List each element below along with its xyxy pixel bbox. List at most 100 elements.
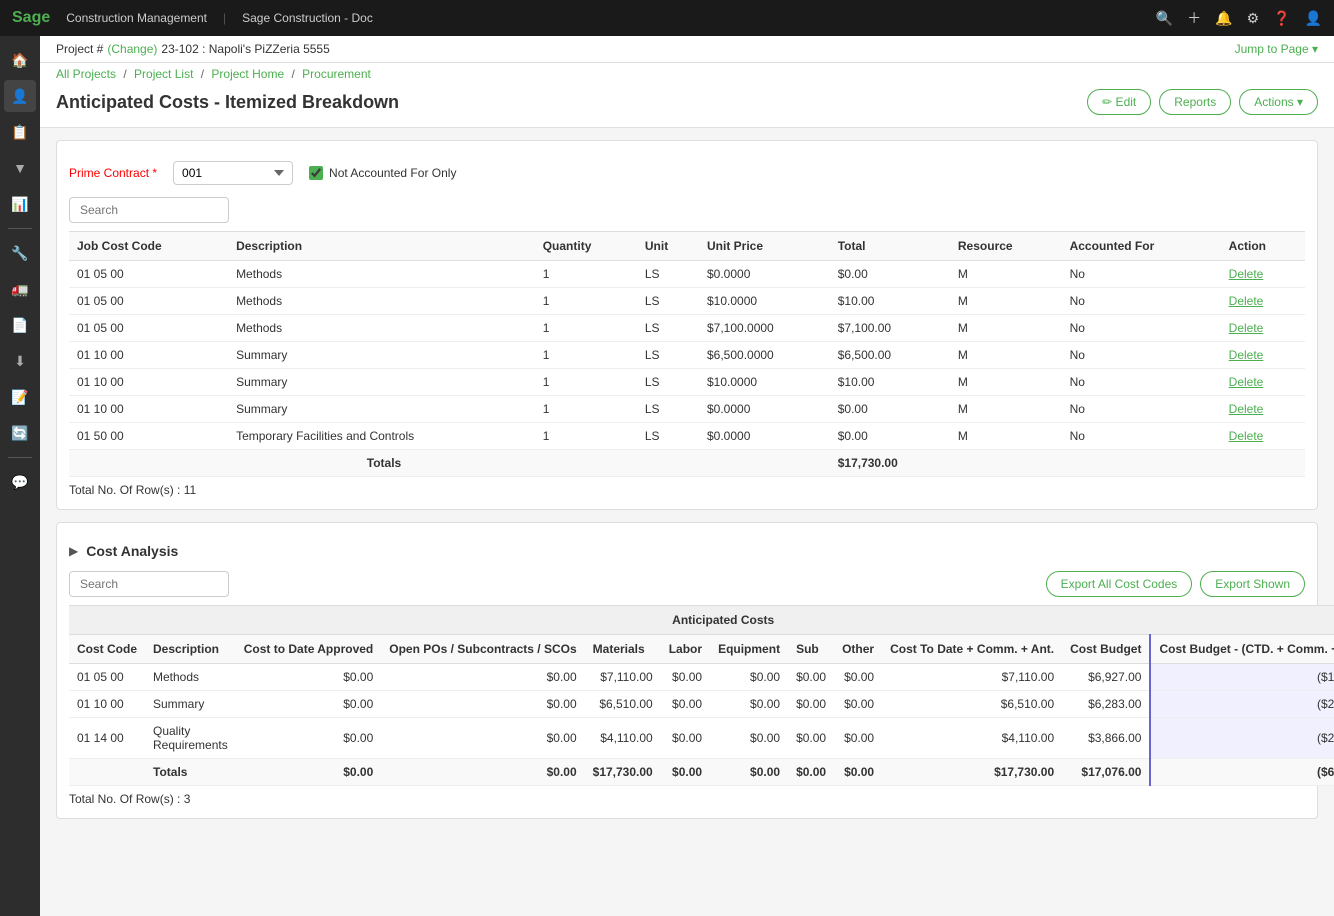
- cost-analysis-card: ▶ Cost Analysis Export All Cost Codes Ex…: [56, 522, 1318, 819]
- ca-totals-row: Totals $0.00 $0.00 $17,730.00 $0.00 $0.0…: [69, 759, 1334, 786]
- table-row: 01 10 00 Summary 1 LS $6,500.0000 $6,500…: [69, 342, 1305, 369]
- project-change-link[interactable]: (Change): [107, 42, 157, 56]
- cost-analysis-search-input[interactable]: [69, 571, 229, 597]
- col-unit: Unit: [637, 232, 699, 261]
- help-icon[interactable]: ❓: [1273, 10, 1290, 27]
- cell-action[interactable]: Delete: [1221, 288, 1305, 315]
- reports-button[interactable]: Reports: [1159, 89, 1231, 115]
- cell-action[interactable]: Delete: [1221, 261, 1305, 288]
- delete-link[interactable]: Delete: [1229, 267, 1264, 281]
- cell-unit: LS: [637, 288, 699, 315]
- cell-resource: M: [950, 315, 1062, 342]
- breadcrumb-project-list[interactable]: Project List: [134, 67, 193, 81]
- ca-cell-sub: $0.00: [788, 718, 834, 759]
- search-icon[interactable]: 🔍: [1156, 10, 1173, 27]
- ca-totals-budget-diff: ($654.00): [1150, 759, 1334, 786]
- ca-cell-ctd: $0.00: [236, 718, 382, 759]
- actions-button[interactable]: Actions ▾: [1239, 89, 1318, 115]
- cell-action[interactable]: Delete: [1221, 369, 1305, 396]
- breadcrumb-all-projects[interactable]: All Projects: [56, 67, 116, 81]
- cell-total: $7,100.00: [830, 315, 950, 342]
- ca-cell-labor: $0.00: [661, 691, 710, 718]
- cell-total: $10.00: [830, 369, 950, 396]
- ca-cell-other: $0.00: [834, 718, 882, 759]
- ca-totals-labor: $0.00: [661, 759, 710, 786]
- sidebar-item-home[interactable]: 🏠: [4, 44, 36, 76]
- delete-link[interactable]: Delete: [1229, 294, 1264, 308]
- export-all-button[interactable]: Export All Cost Codes: [1046, 571, 1193, 597]
- cell-accounted: No: [1062, 342, 1221, 369]
- ca-cell-labor: $0.00: [661, 664, 710, 691]
- sidebar-item-filter[interactable]: ▼: [4, 152, 36, 184]
- not-accounted-checkbox-label[interactable]: Not Accounted For Only: [309, 166, 456, 180]
- prime-contract-label: Prime Contract *: [69, 166, 157, 180]
- sidebar-item-download[interactable]: ⬇: [4, 345, 36, 377]
- cell-unit: LS: [637, 342, 699, 369]
- cell-action[interactable]: Delete: [1221, 396, 1305, 423]
- cost-analysis-table: Anticipated Costs Cost Code Description …: [69, 605, 1334, 786]
- delete-link[interactable]: Delete: [1229, 402, 1264, 416]
- filter-row: Prime Contract * 001 Not Accounted For O…: [69, 153, 1305, 189]
- ca-cell-desc: Quality Requirements: [145, 718, 236, 759]
- cell-unit-price: $10.0000: [699, 369, 830, 396]
- jump-to-page[interactable]: Jump to Page ▾: [1235, 42, 1318, 56]
- ca-col-budget: Cost Budget: [1062, 635, 1150, 664]
- cell-unit-price: $7,100.0000: [699, 315, 830, 342]
- breadcrumb-project-home[interactable]: Project Home: [211, 67, 284, 81]
- sidebar-item-tools[interactable]: 🔧: [4, 237, 36, 269]
- cell-resource: M: [950, 369, 1062, 396]
- cell-unit: LS: [637, 423, 699, 450]
- sidebar-item-messages[interactable]: 💬: [4, 466, 36, 498]
- prime-contract-select[interactable]: 001: [173, 161, 293, 185]
- sidebar-item-document[interactable]: 📄: [4, 309, 36, 341]
- ca-cell-labor: $0.00: [661, 718, 710, 759]
- table-row: 01 10 00 Summary 1 LS $0.0000 $0.00 M No…: [69, 396, 1305, 423]
- delete-link[interactable]: Delete: [1229, 321, 1264, 335]
- cell-code: 01 05 00: [69, 288, 228, 315]
- not-accounted-label: Not Accounted For Only: [329, 166, 456, 180]
- breadcrumb-procurement[interactable]: Procurement: [302, 67, 371, 81]
- page-title: Anticipated Costs - Itemized Breakdown: [56, 92, 399, 113]
- cell-code: 01 05 00: [69, 315, 228, 342]
- ca-cell-desc: Summary: [145, 691, 236, 718]
- add-icon[interactable]: ＋: [1187, 8, 1201, 28]
- ca-cell-code: 01 05 00: [69, 664, 145, 691]
- bell-icon[interactable]: 🔔: [1215, 10, 1232, 27]
- cell-unit-price: $10.0000: [699, 288, 830, 315]
- ca-totals-equipment: $0.00: [710, 759, 788, 786]
- sidebar-item-truck[interactable]: 🚛: [4, 273, 36, 305]
- cell-action[interactable]: Delete: [1221, 315, 1305, 342]
- user-icon[interactable]: 👤: [1305, 10, 1322, 27]
- gear-icon[interactable]: ⚙: [1247, 10, 1260, 27]
- sidebar-item-notes[interactable]: 📝: [4, 381, 36, 413]
- not-accounted-checkbox[interactable]: [309, 166, 323, 180]
- section-toggle[interactable]: ▶: [69, 544, 78, 558]
- cell-unit-price: $0.0000: [699, 396, 830, 423]
- cell-total: $10.00: [830, 288, 950, 315]
- delete-link[interactable]: Delete: [1229, 429, 1264, 443]
- sidebar-divider: [8, 228, 32, 229]
- delete-link[interactable]: Delete: [1229, 348, 1264, 362]
- top-search-input[interactable]: [69, 197, 229, 223]
- sidebar-item-refresh[interactable]: 🔄: [4, 417, 36, 449]
- table-row: 01 50 00 Temporary Facilities and Contro…: [69, 423, 1305, 450]
- sidebar-item-people[interactable]: 👤: [4, 80, 36, 112]
- cell-resource: M: [950, 288, 1062, 315]
- col-quantity: Quantity: [535, 232, 637, 261]
- cell-action[interactable]: Delete: [1221, 423, 1305, 450]
- ca-cell-budget: $3,866.00: [1062, 718, 1150, 759]
- ca-cell-open-pos: $0.00: [381, 691, 584, 718]
- col-description: Description: [228, 232, 535, 261]
- cell-desc: Summary: [228, 396, 535, 423]
- delete-link[interactable]: Delete: [1229, 375, 1264, 389]
- cell-action[interactable]: Delete: [1221, 342, 1305, 369]
- ca-totals-sub: $0.00: [788, 759, 834, 786]
- sidebar-item-chart[interactable]: 📊: [4, 188, 36, 220]
- sidebar-item-clipboard[interactable]: 📋: [4, 116, 36, 148]
- cell-resource: M: [950, 423, 1062, 450]
- anticipated-costs-header: Anticipated Costs: [69, 606, 1334, 635]
- export-shown-button[interactable]: Export Shown: [1200, 571, 1305, 597]
- ca-cell-materials: $6,510.00: [585, 691, 661, 718]
- cell-total: $0.00: [830, 423, 950, 450]
- edit-button[interactable]: ✏ Edit: [1087, 89, 1151, 115]
